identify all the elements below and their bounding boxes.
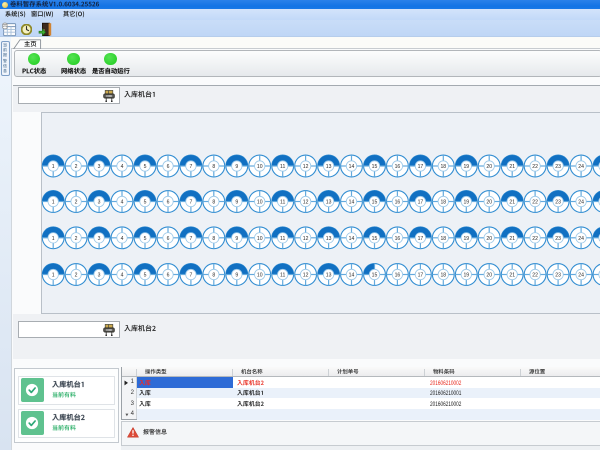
svg-text:8: 8: [212, 272, 215, 278]
svg-text:13: 13: [325, 164, 331, 170]
svg-text:22: 22: [532, 235, 538, 241]
svg-text:8: 8: [212, 235, 215, 241]
svg-text:4: 4: [120, 235, 123, 241]
svg-text:24: 24: [578, 235, 584, 241]
svg-text:7: 7: [189, 235, 192, 241]
svg-text:13: 13: [325, 199, 331, 205]
svg-text:4: 4: [120, 272, 123, 278]
svg-text:24: 24: [578, 272, 584, 278]
svg-text:23: 23: [555, 199, 561, 205]
svg-text:3: 3: [97, 164, 100, 170]
svg-text:16: 16: [394, 272, 400, 278]
svg-text:17: 17: [417, 272, 423, 278]
svg-text:8: 8: [212, 199, 215, 205]
svg-text:14: 14: [348, 199, 354, 205]
svg-text:5: 5: [143, 164, 146, 170]
svg-text:1: 1: [51, 272, 54, 278]
svg-text:7: 7: [189, 164, 192, 170]
svg-text:20: 20: [486, 199, 492, 205]
svg-text:1: 1: [51, 199, 54, 205]
svg-text:10: 10: [256, 272, 262, 278]
svg-text:18: 18: [440, 272, 446, 278]
svg-text:17: 17: [417, 164, 423, 170]
svg-text:16: 16: [394, 164, 400, 170]
svg-text:15: 15: [371, 272, 377, 278]
svg-text:15: 15: [371, 235, 377, 241]
svg-text:7: 7: [189, 199, 192, 205]
svg-text:8: 8: [212, 164, 215, 170]
svg-text:2: 2: [74, 235, 77, 241]
svg-text:5: 5: [143, 199, 146, 205]
svg-text:20: 20: [486, 235, 492, 241]
svg-text:10: 10: [256, 199, 262, 205]
svg-text:201606210001: 201606210001: [430, 390, 462, 397]
svg-text:11: 11: [280, 272, 285, 278]
svg-text:18: 18: [440, 235, 446, 241]
svg-text:22: 22: [532, 272, 538, 278]
svg-text:13: 13: [325, 272, 331, 278]
svg-text:21: 21: [509, 164, 515, 170]
svg-text:20: 20: [486, 164, 492, 170]
svg-text:4: 4: [120, 199, 123, 205]
svg-text:21: 21: [509, 272, 515, 278]
svg-text:201606210002: 201606210002: [430, 401, 462, 408]
svg-text:21: 21: [509, 235, 515, 241]
svg-text:1: 1: [51, 164, 54, 170]
svg-text:22: 22: [532, 199, 538, 205]
svg-text:9: 9: [235, 199, 238, 205]
svg-text:6: 6: [166, 164, 169, 170]
svg-text:7: 7: [189, 272, 192, 278]
svg-text:23: 23: [555, 272, 561, 278]
svg-text:12: 12: [302, 272, 308, 278]
svg-text:20: 20: [486, 272, 492, 278]
svg-text:24: 24: [578, 164, 584, 170]
svg-text:19: 19: [463, 235, 469, 241]
svg-text:11: 11: [280, 199, 285, 205]
svg-text:19: 19: [463, 164, 469, 170]
svg-text:9: 9: [235, 272, 238, 278]
svg-text:3: 3: [97, 272, 100, 278]
svg-text:15: 15: [371, 199, 377, 205]
svg-text:3: 3: [97, 235, 100, 241]
svg-text:24: 24: [578, 199, 584, 205]
svg-text:2: 2: [74, 164, 77, 170]
svg-text:14: 14: [348, 235, 354, 241]
svg-text:14: 14: [348, 164, 354, 170]
svg-text:9: 9: [235, 235, 238, 241]
svg-text:6: 6: [166, 272, 169, 278]
svg-text:2: 2: [74, 272, 77, 278]
svg-text:10: 10: [256, 164, 262, 170]
svg-text:16: 16: [394, 199, 400, 205]
svg-text:17: 17: [417, 235, 423, 241]
svg-text:19: 19: [463, 199, 469, 205]
svg-text:11: 11: [280, 235, 285, 241]
svg-text:22: 22: [532, 164, 538, 170]
svg-text:2: 2: [74, 199, 77, 205]
svg-text:14: 14: [348, 272, 354, 278]
svg-text:4: 4: [120, 164, 123, 170]
svg-text:12: 12: [302, 164, 308, 170]
svg-text:12: 12: [302, 235, 308, 241]
svg-text:1: 1: [51, 235, 54, 241]
svg-text:18: 18: [440, 199, 446, 205]
svg-text:19: 19: [463, 272, 469, 278]
svg-text:6: 6: [166, 199, 169, 205]
svg-text:5: 5: [143, 272, 146, 278]
svg-text:23: 23: [555, 164, 561, 170]
svg-text:201606210002: 201606210002: [430, 380, 462, 387]
svg-text:15: 15: [371, 164, 377, 170]
svg-text:17: 17: [417, 199, 423, 205]
svg-text:9: 9: [235, 164, 238, 170]
svg-text:5: 5: [143, 235, 146, 241]
svg-text:6: 6: [166, 235, 169, 241]
svg-text:11: 11: [280, 164, 285, 170]
svg-text:13: 13: [325, 235, 331, 241]
svg-text:10: 10: [256, 235, 262, 241]
svg-text:12: 12: [302, 199, 308, 205]
svg-text:16: 16: [394, 235, 400, 241]
svg-text:18: 18: [440, 164, 446, 170]
svg-text:3: 3: [97, 199, 100, 205]
svg-text:23: 23: [555, 235, 561, 241]
svg-text:21: 21: [509, 199, 515, 205]
